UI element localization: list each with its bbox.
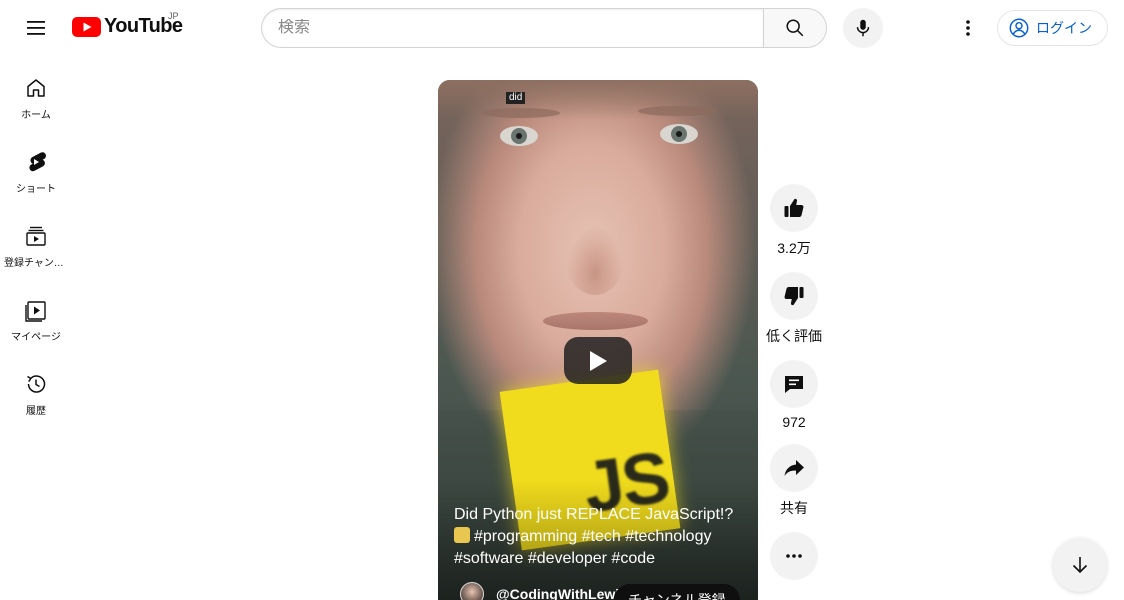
like-action: 3.2万 <box>766 184 822 258</box>
horizontal-dots-icon <box>786 554 802 558</box>
sidebar-item-label: ショート <box>16 184 56 195</box>
sidebar-item-label: 登録チャンネル <box>4 258 68 269</box>
comment-count: 972 <box>782 414 806 430</box>
youtube-play-logo-icon <box>72 16 101 37</box>
more-action <box>766 532 822 580</box>
thumbs-up-icon <box>784 198 804 217</box>
shorts-actions: 3.2万 低く評価 972 共有 <box>766 184 822 594</box>
microphone-icon <box>856 19 870 37</box>
next-video-button[interactable] <box>1053 538 1107 592</box>
video-title[interactable]: Did Python just REPLACE JavaScript!? #pr… <box>454 504 744 570</box>
video-title-line-3: #software #developer #code <box>454 550 656 567</box>
arrow-down-icon <box>1072 557 1088 574</box>
dislike-label: 低く評価 <box>766 328 822 344</box>
video-frame-right-eye <box>660 124 698 144</box>
channel-avatar[interactable] <box>460 582 484 600</box>
video-title-line-2-text: #programming #tech #technology <box>474 528 712 545</box>
account-circle-icon <box>1009 18 1029 38</box>
search-box <box>261 8 763 48</box>
video-frame-left-eye <box>500 126 538 146</box>
share-arrow-icon <box>784 460 804 476</box>
vertical-dots-icon <box>966 20 970 36</box>
sidebar-item-label: マイページ <box>11 332 61 343</box>
like-button[interactable] <box>770 184 818 232</box>
video-title-line-1: Did Python just REPLACE JavaScript!? <box>454 506 734 523</box>
youtube-logo[interactable]: YouTube JP <box>72 11 183 38</box>
sidebar-item-home[interactable]: ホーム <box>0 56 72 130</box>
video-frame-mouth <box>543 312 648 330</box>
hamburger-icon <box>27 21 45 35</box>
channel-name[interactable]: @CodingWithLewis <box>496 586 627 600</box>
comment-icon <box>785 376 803 393</box>
video-frame-nose <box>566 225 624 295</box>
settings-more-button[interactable] <box>948 8 988 48</box>
masthead: YouTube JP ロ <box>0 0 1124 56</box>
shrug-emoji-icon <box>454 527 470 543</box>
more-actions-button[interactable] <box>770 532 818 580</box>
comments-button[interactable] <box>770 360 818 408</box>
video-title-line-2: #programming #tech #technology <box>454 526 744 548</box>
comment-action: 972 <box>766 360 822 430</box>
like-count: 3.2万 <box>777 240 811 256</box>
sidebar-item-history[interactable]: 履歴 <box>0 352 72 426</box>
subscriptions-icon <box>26 226 46 246</box>
home-icon <box>27 79 45 97</box>
mini-guide: ホーム ショート 登録チャンネル マイページ 履歴 <box>0 56 72 426</box>
subscribe-button[interactable]: チャンネル登録 <box>614 584 740 600</box>
video-frame-right-brow <box>638 106 718 116</box>
sidebar-item-label: 履歴 <box>26 406 46 417</box>
login-label: ログイン <box>1036 20 1092 36</box>
video-frame-left-brow <box>482 108 560 118</box>
play-button[interactable] <box>564 337 632 384</box>
search-icon <box>786 19 804 37</box>
share-action: 共有 <box>766 444 822 518</box>
history-icon <box>27 375 46 393</box>
guide-menu-button[interactable] <box>16 8 56 48</box>
sidebar-item-shorts[interactable]: ショート <box>0 130 72 204</box>
you-icon <box>25 301 46 322</box>
thumbs-down-icon <box>784 287 804 306</box>
logo-country-code: JP <box>168 11 179 21</box>
play-icon <box>590 350 607 371</box>
shorts-player[interactable]: JS did Did Python just REPLACE JavaScrip… <box>438 80 758 600</box>
login-button[interactable]: ログイン <box>997 10 1108 46</box>
caption-overlay: did <box>506 92 526 104</box>
sidebar-item-label: ホーム <box>21 110 51 121</box>
share-label: 共有 <box>780 500 808 516</box>
channel-info[interactable]: @CodingWithLewis <box>460 582 627 600</box>
sidebar-item-you[interactable]: マイページ <box>0 278 72 352</box>
dislike-button[interactable] <box>770 272 818 320</box>
shorts-icon <box>29 152 46 172</box>
share-button[interactable] <box>770 444 818 492</box>
dislike-action: 低く評価 <box>766 272 822 346</box>
search-button[interactable] <box>763 8 827 48</box>
search-input[interactable] <box>278 19 747 37</box>
sidebar-item-subscriptions[interactable]: 登録チャンネル <box>0 204 72 278</box>
search-bar <box>261 8 827 48</box>
voice-search-button[interactable] <box>843 8 883 48</box>
